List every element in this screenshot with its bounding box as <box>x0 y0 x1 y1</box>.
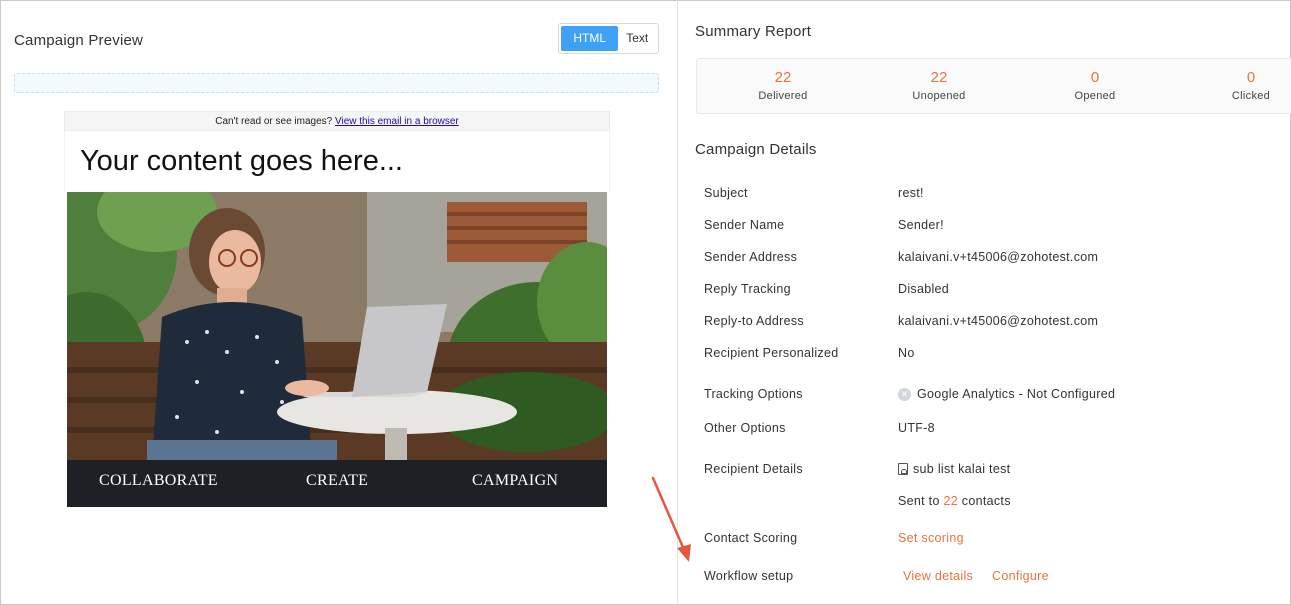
stat-value: 0 <box>1246 69 1256 86</box>
not-configured-icon: ✕ <box>898 387 911 401</box>
stat-value: 22 <box>774 69 792 86</box>
workflow-setup-label: Workflow setup <box>704 569 794 583</box>
stat-label: Clicked <box>1231 90 1271 102</box>
html-toggle-button[interactable]: HTML <box>561 26 619 51</box>
personalized-value: No <box>898 346 915 360</box>
contact-scoring-label: Contact Scoring <box>704 531 798 545</box>
sender-name-label: Sender Name <box>704 218 785 232</box>
reply-tracking-value: Disabled <box>898 282 950 296</box>
email-hero-image <box>67 192 607 460</box>
tracking-options-text: Google Analytics - Not Configured <box>917 387 1116 401</box>
reply-tracking-label: Reply Tracking <box>704 282 791 296</box>
sender-address-label: Sender Address <box>704 250 798 264</box>
footer-item-campaign[interactable]: CAMPAIGN <box>472 472 558 490</box>
email-footer-nav: COLLABORATE CREATE CAMPAIGN <box>67 460 607 507</box>
summary-stats: 22 Delivered 22 Unopened 0 Opened 0 Clic… <box>696 58 1291 114</box>
tracking-options-label: Tracking Options <box>704 387 803 401</box>
stat-opened[interactable]: 0 Opened <box>1035 67 1155 102</box>
recipient-list[interactable]: sub list kalai test <box>898 462 1010 476</box>
reply-to-label: Reply-to Address <box>704 314 804 328</box>
email-top-text: Can't read or see images? <box>215 116 333 127</box>
footer-item-collaborate[interactable]: COLLABORATE <box>99 472 218 490</box>
view-in-browser-link[interactable]: View this email in a browser <box>335 116 459 127</box>
stat-label: Unopened <box>912 90 966 102</box>
sender-name-value: Sender! <box>898 218 944 232</box>
sent-to-prefix: Sent to <box>898 494 940 508</box>
reply-to-value: kalaivani.v+t45006@zohotest.com <box>898 314 1099 328</box>
tracking-options-value: ✕ Google Analytics - Not Configured <box>898 387 1115 401</box>
stat-value: 22 <box>930 69 948 86</box>
recipient-list-name: sub list kalai test <box>913 462 1011 476</box>
contact-list-icon <box>898 463 908 475</box>
subject-label: Subject <box>704 186 748 200</box>
email-preview: Can't read or see images? View this emai… <box>64 111 610 507</box>
subject-value: rest! <box>898 186 924 200</box>
recipient-details-label: Recipient Details <box>704 462 803 476</box>
stat-unopened[interactable]: 22 Unopened <box>879 67 999 102</box>
view-mode-toggle: HTML Text <box>558 23 659 54</box>
preview-info-strip <box>14 73 659 93</box>
summary-title: Summary Report <box>695 23 812 40</box>
set-scoring-link[interactable]: Set scoring <box>898 531 964 545</box>
campaign-preview-panel: Campaign Preview HTML Text Can't read or… <box>0 0 691 605</box>
text-toggle-button[interactable]: Text <box>618 26 656 51</box>
email-heading: Your content goes here... <box>64 131 610 192</box>
sender-address-value: kalaivani.v+t45006@zohotest.com <box>898 250 1099 264</box>
stat-delivered[interactable]: 22 Delivered <box>723 67 843 102</box>
sent-to-summary: Sent to 22 contacts <box>898 494 1011 508</box>
stat-value: 0 <box>1090 69 1100 86</box>
preview-title: Campaign Preview <box>14 32 144 49</box>
footer-item-create[interactable]: CREATE <box>306 472 368 490</box>
personalized-label: Recipient Personalized <box>704 346 839 360</box>
sent-to-suffix: contacts <box>961 494 1011 508</box>
details-title: Campaign Details <box>695 141 817 158</box>
view-details-link[interactable]: View details <box>903 569 973 583</box>
stat-label: Opened <box>1074 90 1116 102</box>
stat-clicked[interactable]: 0 Clicked <box>1191 67 1291 102</box>
email-top-bar: Can't read or see images? View this emai… <box>64 111 610 131</box>
other-options-value: UTF-8 <box>898 421 935 435</box>
stat-label: Delivered <box>758 90 808 102</box>
summary-panel: Summary Report 22 Delivered 22 Unopened … <box>679 0 1291 605</box>
other-options-label: Other Options <box>704 421 786 435</box>
sent-to-count[interactable]: 22 <box>944 494 959 508</box>
configure-link[interactable]: Configure <box>992 569 1049 583</box>
